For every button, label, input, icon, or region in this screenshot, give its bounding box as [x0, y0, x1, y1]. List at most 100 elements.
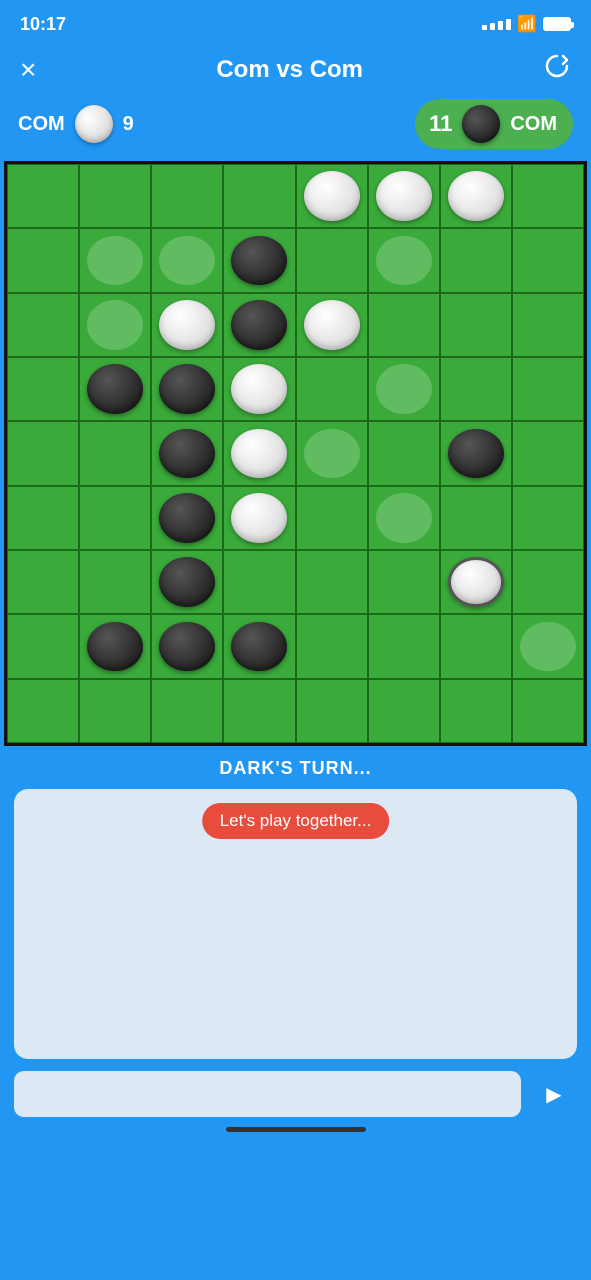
turn-status: DARK'S TURN... [0, 746, 591, 789]
chat-bubble: Let's play together... [202, 803, 390, 839]
board-cell[interactable] [440, 293, 512, 357]
board-cell[interactable] [7, 293, 79, 357]
board-cell[interactable] [151, 357, 223, 421]
board-cell[interactable] [7, 679, 79, 743]
board-cell[interactable] [296, 550, 368, 614]
board-cell[interactable] [440, 486, 512, 550]
board-cell[interactable] [296, 679, 368, 743]
board-cell[interactable] [223, 164, 295, 228]
player-right-label: COM [510, 113, 557, 136]
board-cell[interactable] [440, 550, 512, 614]
board-cell[interactable] [368, 293, 440, 357]
board-cell[interactable] [440, 614, 512, 678]
page-title: Com vs Com [216, 56, 363, 84]
board-cell[interactable] [512, 421, 584, 485]
board-cell[interactable] [79, 421, 151, 485]
black-disc [87, 364, 143, 414]
white-disc [376, 171, 432, 221]
board-cell[interactable] [223, 486, 295, 550]
board-cell[interactable] [79, 293, 151, 357]
board-cell[interactable] [151, 293, 223, 357]
board-cell[interactable] [296, 228, 368, 292]
board-cell[interactable] [7, 614, 79, 678]
board-cell[interactable] [296, 293, 368, 357]
black-disc [231, 300, 287, 350]
board-cell[interactable] [151, 421, 223, 485]
board-cell[interactable] [151, 164, 223, 228]
board-wrapper [0, 161, 591, 746]
black-disc [159, 557, 215, 607]
board-cell[interactable] [151, 486, 223, 550]
board-cell[interactable] [368, 614, 440, 678]
board-cell[interactable] [223, 228, 295, 292]
board-cell[interactable] [151, 550, 223, 614]
board-cell[interactable] [296, 421, 368, 485]
board-cell[interactable] [368, 486, 440, 550]
board-cell[interactable] [223, 679, 295, 743]
white-disc [231, 429, 287, 479]
board-cell[interactable] [296, 486, 368, 550]
board-cell[interactable] [368, 228, 440, 292]
white-disc [304, 171, 360, 221]
board-cell[interactable] [151, 679, 223, 743]
board-cell[interactable] [368, 357, 440, 421]
board-cell[interactable] [368, 679, 440, 743]
board-cell[interactable] [368, 164, 440, 228]
board-cell[interactable] [7, 164, 79, 228]
ghost-disc [376, 364, 432, 414]
board-cell[interactable] [368, 421, 440, 485]
board-cell[interactable] [223, 614, 295, 678]
board-cell[interactable] [440, 679, 512, 743]
board-cell[interactable] [440, 164, 512, 228]
ghost-disc [87, 236, 143, 286]
board-cell[interactable] [79, 357, 151, 421]
send-button[interactable]: ▶ [531, 1071, 577, 1117]
board-cell[interactable] [223, 357, 295, 421]
board-cell[interactable] [79, 486, 151, 550]
board-cell[interactable] [440, 357, 512, 421]
board-cell[interactable] [223, 293, 295, 357]
game-board[interactable] [4, 161, 587, 746]
reset-button[interactable] [543, 52, 571, 87]
board-cell[interactable] [79, 679, 151, 743]
chat-area: Let's play together... [14, 789, 577, 1059]
white-disc [231, 364, 287, 414]
player-left-label: COM [18, 113, 65, 136]
board-cell[interactable] [79, 550, 151, 614]
board-cell[interactable] [296, 357, 368, 421]
board-cell[interactable] [296, 614, 368, 678]
board-cell[interactable] [512, 357, 584, 421]
board-cell[interactable] [223, 421, 295, 485]
board-cell[interactable] [512, 164, 584, 228]
board-cell[interactable] [151, 228, 223, 292]
board-cell[interactable] [79, 228, 151, 292]
board-cell[interactable] [440, 228, 512, 292]
board-cell[interactable] [512, 293, 584, 357]
board-cell[interactable] [512, 486, 584, 550]
ghost-disc [304, 429, 360, 479]
white-disc-indicator [75, 105, 113, 143]
ghost-disc [87, 300, 143, 350]
board-cell[interactable] [512, 228, 584, 292]
board-cell[interactable] [151, 614, 223, 678]
chat-input[interactable] [14, 1071, 521, 1117]
board-cell[interactable] [368, 550, 440, 614]
board-cell[interactable] [440, 421, 512, 485]
board-cell[interactable] [7, 486, 79, 550]
board-cell[interactable] [7, 550, 79, 614]
board-cell[interactable] [512, 614, 584, 678]
white-disc [304, 300, 360, 350]
battery-icon [543, 17, 571, 31]
board-cell[interactable] [296, 164, 368, 228]
board-cell[interactable] [7, 421, 79, 485]
status-icons: 📶 [482, 14, 571, 34]
board-cell[interactable] [512, 679, 584, 743]
close-button[interactable]: × [20, 56, 36, 84]
board-cell[interactable] [79, 164, 151, 228]
board-cell[interactable] [512, 550, 584, 614]
board-cell[interactable] [79, 614, 151, 678]
wifi-icon: 📶 [517, 14, 537, 34]
board-cell[interactable] [223, 550, 295, 614]
board-cell[interactable] [7, 357, 79, 421]
board-cell[interactable] [7, 228, 79, 292]
